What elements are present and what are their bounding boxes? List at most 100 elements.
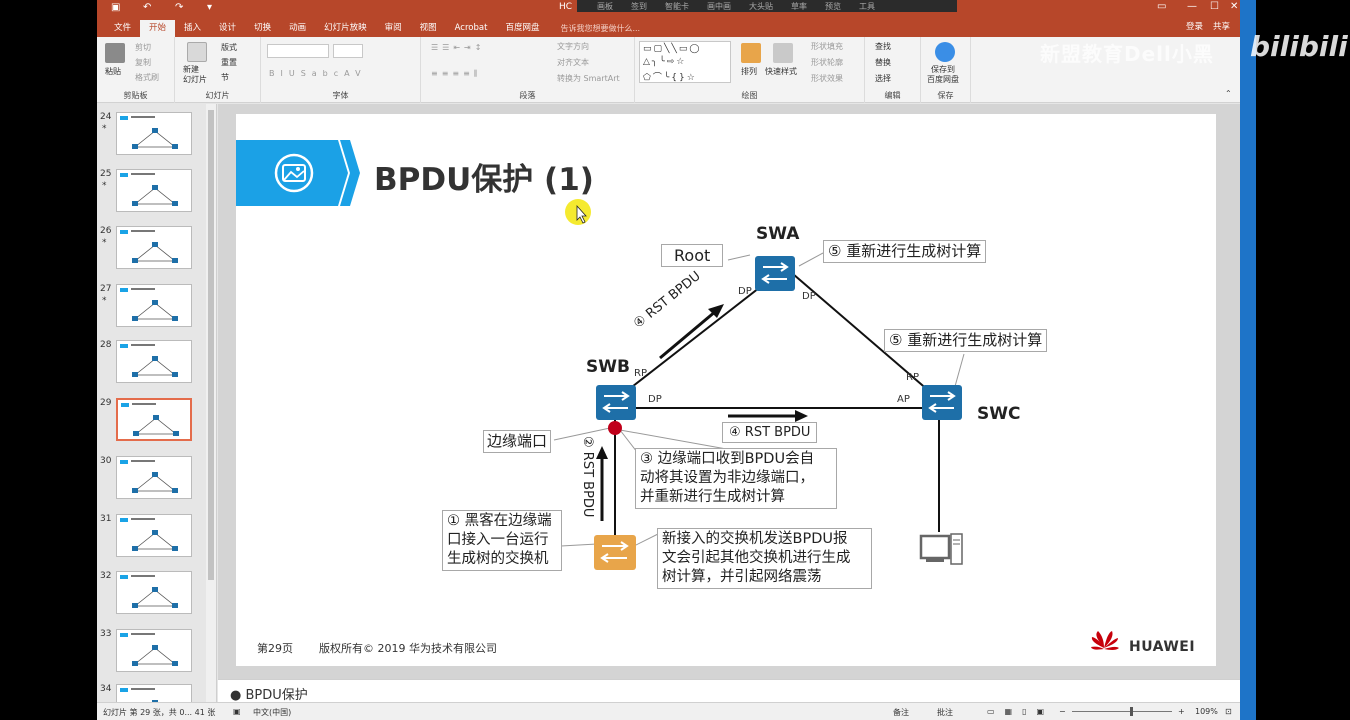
tab-file[interactable]: 文件 <box>105 20 140 37</box>
font-size-box[interactable] <box>333 44 363 58</box>
tab-design[interactable]: 设计 <box>210 20 245 37</box>
new-slide-icon[interactable] <box>187 42 207 62</box>
zoom-slider-thumb[interactable] <box>1130 707 1133 716</box>
font-name-box[interactable] <box>267 44 329 58</box>
zoom-in-icon[interactable]: + <box>1178 707 1185 716</box>
view-buttons[interactable]: ▭▦▯▣ <box>987 707 1054 716</box>
minimize-icon[interactable]: — <box>1187 1 1197 12</box>
tab-baidu[interactable]: 百度网盘 <box>496 20 548 37</box>
new-slide-button[interactable]: 新建 幻灯片 <box>183 65 207 85</box>
spellcheck-icon[interactable]: ▣ <box>233 707 241 716</box>
group-label: 绘图 <box>741 91 758 100</box>
list-buttons[interactable]: ☰☰⇤⇥↕ <box>431 43 485 52</box>
find-button[interactable]: 查找 <box>875 41 891 52</box>
undo-icon[interactable]: ↶ <box>143 2 151 13</box>
recorder-item[interactable]: 草率 <box>791 1 807 12</box>
arrange-icon[interactable] <box>741 43 761 63</box>
slide-thumbnail[interactable]: 29 <box>97 398 207 444</box>
save-to-baidu-button[interactable]: 保存到 百度网盘 <box>927 65 959 85</box>
save-icon[interactable]: ▣ <box>111 2 120 13</box>
swb-label: SWB <box>586 357 630 377</box>
font-format-buttons[interactable]: BIUSabcAV <box>269 69 367 78</box>
paste-icon[interactable] <box>105 43 125 63</box>
zoom-level[interactable]: 109% <box>1195 707 1218 716</box>
slide-thumbnail[interactable]: 31 <box>97 514 207 560</box>
notes-pane[interactable]: ● BPDU保护 <box>218 679 1240 703</box>
zoom-slider[interactable] <box>1072 711 1172 712</box>
section-button[interactable]: 节 <box>221 72 229 83</box>
step1-line: 生成树的交换机 <box>447 551 549 567</box>
tab-transitions[interactable]: 切换 <box>245 20 280 37</box>
tab-view[interactable]: 视图 <box>411 20 446 37</box>
tab-slideshow[interactable]: 幻灯片放映 <box>315 20 376 37</box>
quick-styles-button[interactable]: 快速样式 <box>765 66 797 77</box>
taskbar-strip <box>1240 0 1256 720</box>
recorder-item[interactable]: 画板 <box>597 1 613 12</box>
format-painter-button[interactable]: 格式刷 <box>135 72 159 83</box>
replace-button[interactable]: 替换 <box>875 57 891 68</box>
slide-thumbnail[interactable]: 24 * <box>97 112 207 158</box>
reset-button[interactable]: 重置 <box>221 57 237 68</box>
fit-slide-icon[interactable]: ⊡ <box>1225 707 1232 716</box>
smartart-button[interactable]: 转换为 SmartArt <box>557 73 620 84</box>
collapse-ribbon-icon[interactable]: ⌃ <box>1225 89 1232 98</box>
slide-thumbnail[interactable]: 33 <box>97 629 207 675</box>
shape-fill-button[interactable]: 形状填充 <box>811 41 843 52</box>
shape-outline-button[interactable]: 形状轮廓 <box>811 57 843 68</box>
tab-home[interactable]: 开始 <box>140 20 176 37</box>
tab-insert[interactable]: 插入 <box>175 20 210 37</box>
slide-title[interactable]: BPDU保护 (1) <box>374 154 594 199</box>
tell-me-box[interactable]: 告诉我您想要做什么... <box>548 20 640 37</box>
thumbnail-diagram <box>132 587 178 608</box>
share-button[interactable]: 共享 <box>1213 20 1230 32</box>
recorder-item[interactable]: 画中画 <box>707 1 731 12</box>
port-label: AP <box>897 394 910 405</box>
new-switch-icon <box>594 535 636 570</box>
paste-button[interactable]: 粘贴 <box>105 66 121 77</box>
arrange-button[interactable]: 排列 <box>741 66 757 77</box>
select-button[interactable]: 选择 <box>875 73 891 84</box>
thumbnail-diagram <box>132 645 178 666</box>
align-text-button[interactable]: 对齐文本 <box>557 57 589 68</box>
step3-line: 动将其设置为非边缘端口， <box>640 470 814 486</box>
login-link[interactable]: 登录 <box>1186 20 1203 32</box>
comments-button[interactable]: 批注 <box>937 707 953 718</box>
recorder-item[interactable]: 大头贴 <box>749 1 773 12</box>
scrollbar-thumb[interactable] <box>208 110 214 580</box>
maximize-icon[interactable]: ☐ <box>1210 1 1219 12</box>
slide-thumbnail[interactable]: 25 * <box>97 169 207 215</box>
ribbon-display-icon[interactable]: ▭ <box>1157 1 1166 12</box>
recorder-item[interactable]: 智能卡 <box>665 1 689 12</box>
recorder-item[interactable]: 签到 <box>631 1 647 12</box>
text-direction-button[interactable]: 文字方向 <box>557 41 589 52</box>
tab-review[interactable]: 审阅 <box>376 20 411 37</box>
shapes-gallery[interactable]: ▭▢╲╲▭◯ △╮╰⇨☆ ⬠⌒╰{}☆ <box>639 41 731 83</box>
slide-thumbnail[interactable]: 27 * <box>97 284 207 330</box>
redo-icon[interactable]: ↷ <box>175 2 183 13</box>
huawei-logo-icon <box>1091 631 1119 650</box>
slide-thumbnail[interactable]: 26 * <box>97 226 207 272</box>
slide[interactable]: BPDU保护 (1) SWA SWB SWC DP DP RP DP RP AP… <box>236 114 1216 666</box>
recorder-item[interactable]: 工具 <box>859 1 875 12</box>
quick-styles-icon[interactable] <box>773 43 793 63</box>
close-icon[interactable]: ✕ <box>1230 1 1238 12</box>
notes-button[interactable]: 备注 <box>893 707 909 718</box>
slide-thumbnail[interactable]: 32 <box>97 571 207 617</box>
slides-group: 新建 幻灯片 版式 重置 节 幻灯片 <box>175 37 261 103</box>
customize-qat-icon[interactable]: ▾ <box>207 2 212 13</box>
slide-thumbnail[interactable]: 30 <box>97 456 207 502</box>
cut-button[interactable]: 剪切 <box>135 42 151 53</box>
language-status[interactable]: 中文(中国) <box>253 707 291 718</box>
shape-effects-button[interactable]: 形状效果 <box>811 73 843 84</box>
tab-acrobat[interactable]: Acrobat <box>446 20 497 37</box>
tab-animations[interactable]: 动画 <box>280 20 315 37</box>
group-label: 剪贴板 <box>123 91 148 100</box>
slide-thumbnail[interactable]: 28 <box>97 340 207 386</box>
copy-button[interactable]: 复制 <box>135 57 151 68</box>
layout-button[interactable]: 版式 <box>221 42 237 53</box>
baidu-cloud-icon[interactable] <box>935 42 955 62</box>
zoom-out-icon[interactable]: − <box>1059 707 1066 716</box>
recorder-item[interactable]: 预览 <box>825 1 841 12</box>
thumbnail-scrollbar[interactable] <box>206 104 216 702</box>
align-buttons[interactable]: ≡≡≡≡⫼ <box>431 69 482 79</box>
